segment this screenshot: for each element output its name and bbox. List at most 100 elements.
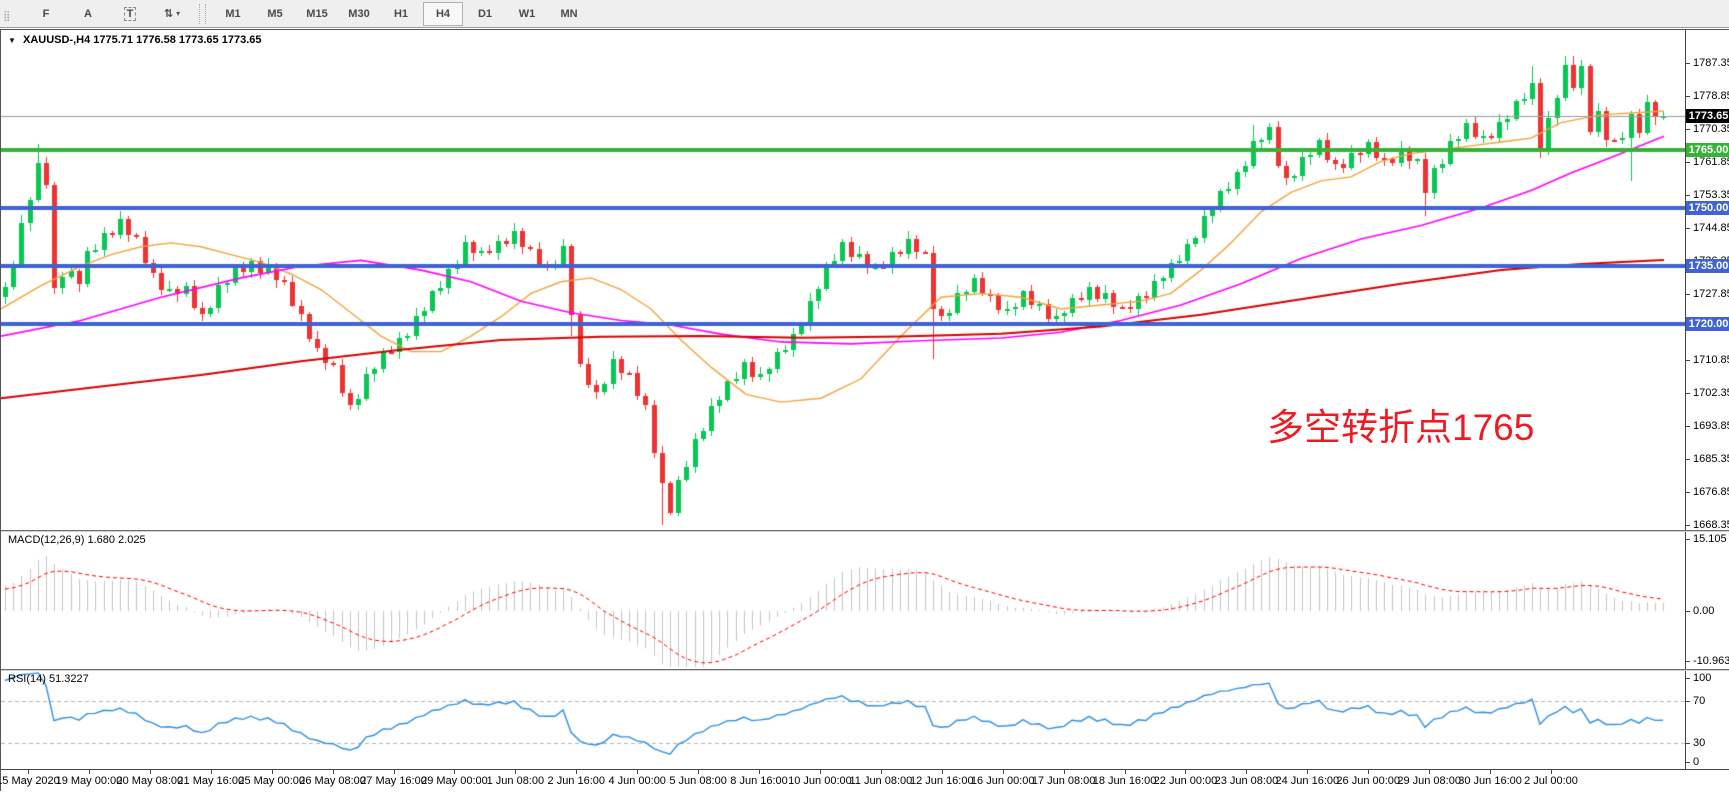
- time-tick-mark: [1185, 770, 1186, 774]
- time-tick-mark: [211, 770, 212, 774]
- price-tick-label: 1685.35: [1693, 453, 1729, 465]
- time-tick-mark: [150, 770, 151, 774]
- text-tool-button[interactable]: T: [110, 2, 150, 26]
- timeframe-button-mn[interactable]: MN: [549, 2, 589, 26]
- price-tick-label: 1778.85: [1693, 90, 1729, 102]
- axis-tick-mark: [1686, 743, 1690, 744]
- time-tick-mark: [820, 770, 821, 774]
- macd-axis-max-label: 15.105: [1693, 533, 1727, 545]
- price-tick-label: 1770.35: [1693, 123, 1729, 135]
- level-price-tag: 1750.00: [1686, 201, 1729, 215]
- axis-tick-mark: [1686, 459, 1690, 460]
- time-tick-mark: [698, 770, 699, 774]
- timeframe-button-w1[interactable]: W1: [507, 2, 547, 26]
- time-tick-mark: [1490, 770, 1491, 774]
- time-tick-mark: [28, 770, 29, 774]
- time-tick-mark: [637, 770, 638, 774]
- time-tick-mark: [394, 770, 395, 774]
- profiles-button[interactable]: F: [26, 2, 66, 26]
- top-toolbar: ⣿ F A T ⇅▾ M1M5M15M30H1H4D1W1MN: [0, 0, 1729, 28]
- chevron-down-icon[interactable]: ▼: [8, 36, 16, 45]
- arrow-tool-button[interactable]: A: [68, 2, 108, 26]
- time-tick-mark: [942, 770, 943, 774]
- dropdown-caret-icon[interactable]: ▾: [176, 9, 180, 18]
- arrow-style-button-icon: ⇅: [164, 7, 173, 20]
- timeframe-button-h1[interactable]: H1: [381, 2, 421, 26]
- timeframe-button-d1[interactable]: D1: [465, 2, 505, 26]
- price-tick-label: 1676.85: [1693, 486, 1729, 498]
- price-tick-label: 1710.85: [1693, 354, 1729, 366]
- time-tick-mark: [1246, 770, 1247, 774]
- time-tick-mark: [759, 770, 760, 774]
- axis-tick-mark: [1686, 162, 1690, 163]
- symbol-title[interactable]: ▼ XAUUSD-,H4 1775.71 1776.58 1773.65 177…: [8, 34, 262, 46]
- rsi-axis-100-label: 100: [1693, 672, 1711, 684]
- timeframe-button-h4[interactable]: H4: [423, 2, 463, 26]
- level-price-tag: 1720.00: [1686, 317, 1729, 331]
- time-scale: 15 May 202019 May 00:0020 May 08:0021 Ma…: [1, 769, 1729, 792]
- time-tick-mark: [272, 770, 273, 774]
- price-scale: 1787.35 1778.85 1770.35 1761.85 1753.35 1744.…: [1685, 30, 1729, 769]
- time-tick-mark: [1125, 770, 1126, 774]
- toolbar-separator: [199, 4, 206, 24]
- price-tick-label: 1787.35: [1693, 57, 1729, 69]
- price-tick-label: 1727.85: [1693, 288, 1729, 300]
- text-tool-button-icon: T: [124, 7, 137, 21]
- axis-tick-mark: [1686, 661, 1690, 662]
- price-tick-label: 1761.85: [1693, 156, 1729, 168]
- axis-tick-mark: [1686, 294, 1690, 295]
- rsi-axis-30-label: 30: [1693, 737, 1705, 749]
- arrow-tool-button-icon: A: [84, 8, 92, 20]
- main-chart-canvas[interactable]: [1, 30, 1685, 530]
- timeframe-button-m30[interactable]: M30: [339, 2, 379, 26]
- timeframe-button-m5[interactable]: M5: [255, 2, 295, 26]
- time-tick-mark: [515, 770, 516, 774]
- level-price-tag: 1735.00: [1686, 259, 1729, 273]
- axis-tick-mark: [1686, 393, 1690, 394]
- axis-tick-mark: [1686, 96, 1690, 97]
- axis-tick-mark: [1686, 195, 1690, 196]
- macd-panel-separator-light: [1, 531, 1729, 532]
- rsi-axis-70-label: 70: [1693, 695, 1705, 707]
- axis-tick-mark: [1686, 129, 1690, 130]
- axis-tick-mark: [1686, 701, 1690, 702]
- time-tick-mark: [89, 770, 90, 774]
- price-tick-label: 1753.35: [1693, 189, 1729, 201]
- time-tick-mark: [1064, 770, 1065, 774]
- time-tick-mark: [1368, 770, 1369, 774]
- axis-tick-mark: [1686, 360, 1690, 361]
- rsi-panel-separator-light: [1, 670, 1729, 671]
- price-tick-label: 1693.85: [1693, 420, 1729, 432]
- axis-tick-mark: [1686, 678, 1690, 679]
- time-tick-mark: [454, 770, 455, 774]
- chart-window: ▼ XAUUSD-,H4 1775.71 1776.58 1773.65 177…: [0, 29, 1729, 791]
- axis-tick-mark: [1686, 762, 1690, 763]
- timeframe-button-m1[interactable]: M1: [213, 2, 253, 26]
- rsi-panel-canvas[interactable]: [1, 671, 1685, 768]
- time-tick-mark: [1307, 770, 1308, 774]
- time-tick-mark: [1003, 770, 1004, 774]
- time-tick-mark: [881, 770, 882, 774]
- chart-text-annotation[interactable]: 多空转折点1765: [1267, 397, 1534, 451]
- macd-panel-canvas[interactable]: [1, 532, 1685, 668]
- time-tick-mark: [576, 770, 577, 774]
- current-price-tag: 1773.65: [1686, 109, 1729, 123]
- price-tick-label: 1744.85: [1693, 222, 1729, 234]
- axis-tick-mark: [1686, 525, 1690, 526]
- rsi-indicator-label: RSI(14) 51.3227: [8, 673, 89, 685]
- axis-tick-mark: [1686, 611, 1690, 612]
- arrow-style-button[interactable]: ⇅▾: [152, 2, 192, 26]
- toolbar-drag-grip[interactable]: ⣿: [3, 6, 21, 22]
- macd-axis-min-label: -10.963: [1693, 655, 1729, 667]
- axis-tick-mark: [1686, 63, 1690, 64]
- rsi-axis-0-label: 0: [1693, 756, 1699, 768]
- time-tick-label: 2 Jul 00:00: [1512, 775, 1590, 787]
- symbol-ohlc-text: XAUUSD-,H4 1775.71 1776.58 1773.65 1773.…: [23, 34, 262, 46]
- timeframe-button-m15[interactable]: M15: [297, 2, 337, 26]
- macd-axis-zero-label: 0.00: [1693, 605, 1714, 617]
- time-tick-mark: [333, 770, 334, 774]
- axis-tick-mark: [1686, 539, 1690, 540]
- time-tick-mark: [1429, 770, 1430, 774]
- macd-indicator-label: MACD(12,26,9) 1.680 2.025: [8, 534, 146, 546]
- axis-tick-mark: [1686, 426, 1690, 427]
